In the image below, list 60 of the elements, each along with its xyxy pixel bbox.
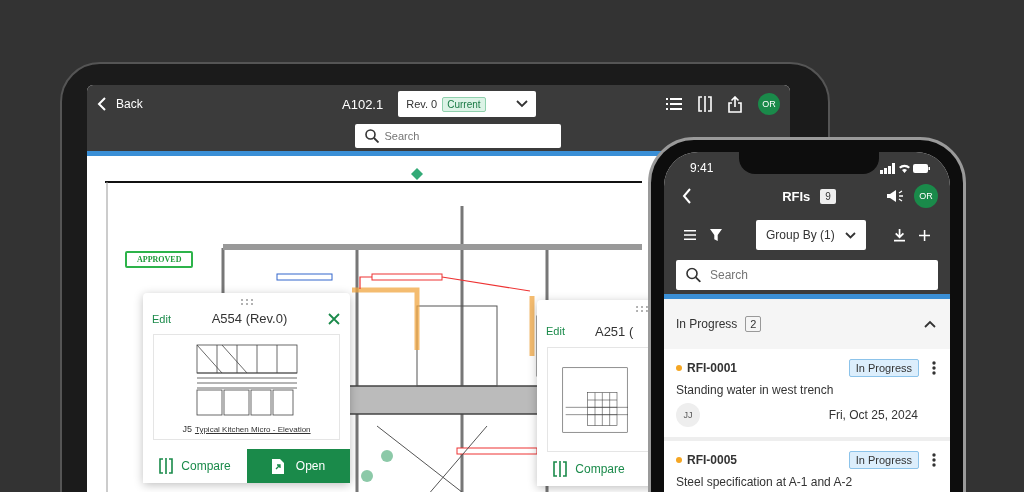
menu-icon[interactable] [684, 229, 696, 241]
rfi-card[interactable]: RFI-0005 In Progress Steel specification at A-1 and A-2 [664, 441, 950, 492]
download-icon[interactable] [893, 227, 905, 243]
rfi-number: RFI-0001 [687, 361, 738, 375]
section-header[interactable]: In Progress 2 [664, 299, 950, 349]
status-tag: In Progress [848, 451, 919, 469]
search-field[interactable]: Search [676, 260, 938, 290]
user-avatar[interactable]: OR [914, 184, 938, 208]
more-icon[interactable] [932, 453, 936, 467]
plus-icon[interactable] [918, 228, 930, 242]
share-icon[interactable] [728, 95, 742, 113]
revision-dropdown[interactable]: Rev. 0 Current [398, 91, 537, 117]
document-icon [271, 458, 284, 474]
compare-button[interactable]: Compare [143, 449, 247, 483]
compare-button[interactable]: Compare [537, 452, 641, 486]
count-badge: 2 [745, 316, 762, 332]
sheet-name: A251 ( [594, 323, 634, 339]
user-avatar[interactable]: OR [758, 93, 780, 115]
status-icons-drawing [880, 162, 930, 174]
edit-link[interactable]: Edit [546, 325, 565, 338]
approved-stamp: APPROVED [125, 251, 194, 268]
compare-icon[interactable] [698, 96, 712, 112]
back-button[interactable]: Back [97, 97, 342, 111]
count-badge: 9 [820, 188, 836, 204]
close-icon[interactable] [328, 312, 340, 325]
rfi-title: Standing water in west trench [676, 383, 835, 397]
chevron-down-icon [844, 231, 856, 239]
due-date: Fri, Oct 25, 2024 [828, 408, 918, 422]
rfi-title: Steel specification at A-1 and A-2 [676, 475, 854, 489]
open-button[interactable]: Open [247, 449, 350, 483]
current-badge: Current [442, 96, 486, 112]
compare-icon [553, 461, 568, 478]
chevron-down-icon [516, 100, 529, 108]
group-by-dropdown[interactable]: Group By (1) [756, 220, 866, 250]
assignee-avatar: JJ [676, 403, 700, 427]
status-time: 9:41 [690, 161, 714, 175]
list-icon[interactable] [666, 98, 682, 110]
search-icon [686, 267, 701, 283]
section-title: In Progress [676, 317, 738, 331]
rfi-card[interactable]: RFI-0001 In Progress Standing water in west trench JJ Fri, Oct 25, 2024 [664, 349, 950, 441]
back-icon[interactable] [682, 188, 692, 204]
chevron-left-icon [97, 97, 107, 111]
more-icon[interactable] [932, 361, 936, 375]
status-tag: In Progress [848, 359, 919, 377]
chevron-up-icon[interactable] [924, 320, 936, 328]
drag-handle-icon[interactable] [239, 299, 254, 305]
search-field[interactable]: Search [354, 124, 561, 148]
search-icon [364, 129, 379, 143]
sheet-title: A102.1 [342, 96, 384, 112]
edit-link[interactable]: Edit [152, 312, 171, 325]
rfi-number: RFI-0005 [687, 453, 738, 467]
screen-title: RFIs [782, 188, 811, 204]
megaphone-icon[interactable] [886, 189, 904, 203]
drag-handle-icon[interactable] [635, 306, 649, 312]
compare-icon [159, 458, 174, 474]
sheet-name: A554 (Rev.0) [210, 311, 289, 326]
filter-icon[interactable] [710, 228, 722, 242]
sheet-caption: Typical Kitchen Micro - Elevation [194, 425, 311, 434]
sheet-number: J5 [182, 424, 192, 434]
building-elevation-drawing [562, 366, 628, 433]
